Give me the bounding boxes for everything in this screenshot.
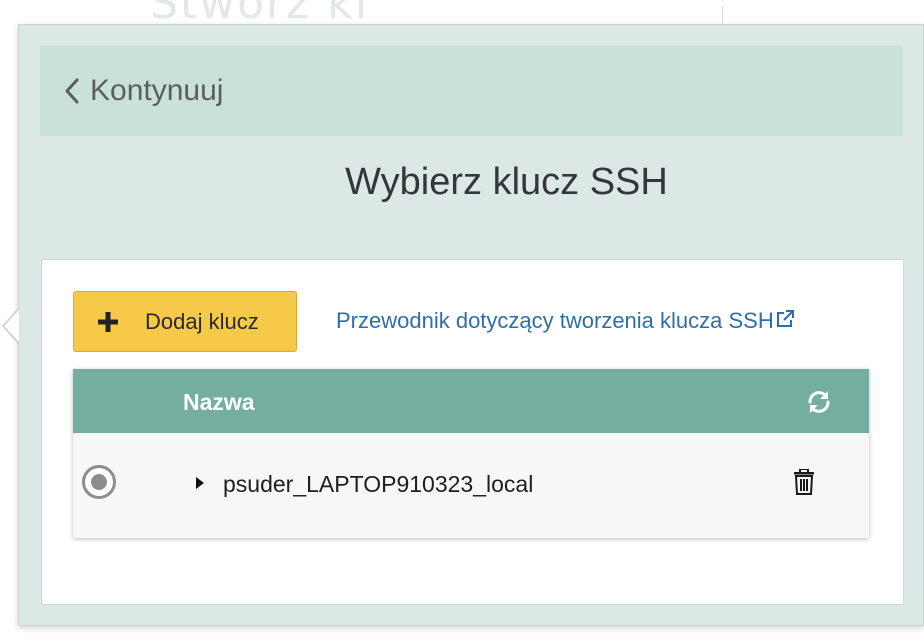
chevron-left-icon	[65, 78, 79, 104]
popover-arrow-fill	[4, 310, 19, 342]
plus-icon	[98, 311, 118, 332]
radio-dot	[91, 474, 107, 490]
refresh-icon[interactable]	[806, 389, 832, 415]
key-name: psuder_LAPTOP910323_local	[223, 471, 534, 497]
add-key-button[interactable]: Dodaj klucz	[73, 291, 297, 352]
table-row[interactable]: psuder_LAPTOP910323_local	[73, 433, 869, 538]
ssh-guide-link[interactable]: Przewodnik dotyczący tworzenia klucza SS…	[336, 308, 795, 334]
ssh-key-table: Nazwa psuder_LAPTOP910323_local	[73, 369, 869, 538]
column-header-name: Nazwa	[183, 389, 255, 415]
key-radio-button[interactable]	[82, 465, 116, 499]
background-divider	[722, 6, 723, 26]
caret-right-icon[interactable]	[196, 477, 204, 489]
ssh-guide-link-label: Przewodnik dotyczący tworzenia klucza SS…	[336, 308, 774, 333]
back-button-label: Kontynuuj	[90, 74, 224, 107]
ssh-key-card: Dodaj klucz Przewodnik dotyczący tworzen…	[41, 259, 904, 605]
back-button[interactable]: Kontynuuj	[40, 46, 903, 136]
popover-title: Wybierz klucz SSH	[345, 161, 668, 203]
trash-icon[interactable]	[793, 469, 815, 495]
add-key-button-label: Dodaj klucz	[145, 308, 259, 334]
external-link-icon	[776, 310, 794, 327]
ssh-key-popover: Kontynuuj Wybierz klucz SSH Dodaj klucz …	[18, 24, 924, 626]
table-header: Nazwa	[73, 369, 869, 433]
